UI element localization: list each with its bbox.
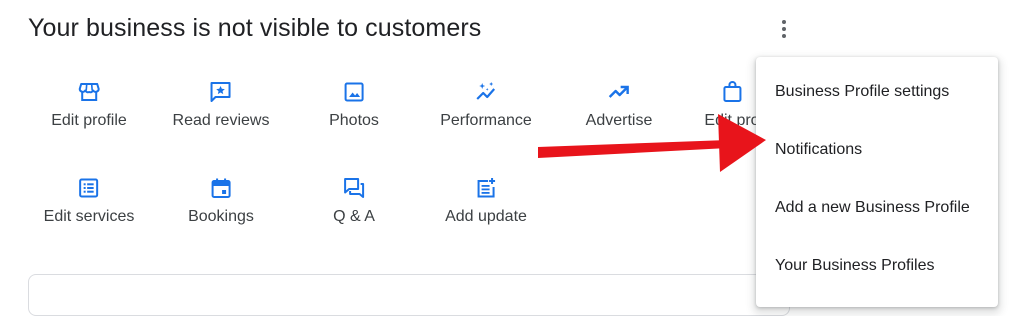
advertise-label: Advertise (585, 112, 653, 129)
list-icon (79, 178, 99, 198)
content-card (28, 274, 790, 316)
read-reviews-button[interactable]: Read reviews (172, 80, 270, 130)
photo-icon (344, 82, 364, 102)
q-and-a-label: Q & A (333, 208, 375, 225)
sparkle-trend-icon (476, 82, 495, 100)
calendar-icon (211, 178, 231, 198)
edit-services-label: Edit services (43, 208, 135, 225)
photos-label: Photos (329, 112, 379, 129)
read-reviews-label: Read reviews (172, 112, 270, 129)
performance-button[interactable]: Performance (440, 80, 532, 130)
add-update-label: Add update (445, 208, 527, 225)
bookings-label: Bookings (188, 208, 254, 225)
performance-label: Performance (440, 112, 532, 129)
bookings-button[interactable]: Bookings (188, 176, 254, 226)
menu-item-your-business-profiles[interactable]: Your Business Profiles (756, 237, 998, 295)
shopping-bag-icon (722, 81, 741, 102)
add-update-button[interactable]: Add update (445, 176, 527, 226)
more-options-menu: Business Profile settings Notifications … (756, 57, 998, 307)
edit-services-button[interactable]: Edit services (43, 176, 135, 226)
more-vert-icon[interactable] (770, 14, 798, 44)
forum-icon (343, 178, 364, 198)
edit-profile-label: Edit profile (51, 112, 127, 129)
edit-products-partial: Edit pro (690, 80, 760, 140)
menu-item-business-profile-settings[interactable]: Business Profile settings (756, 63, 998, 121)
edit-products-button[interactable]: Edit pro (704, 80, 760, 130)
page-title: Your business is not visible to customer… (28, 14, 482, 42)
edit-products-label: Edit pro (704, 112, 760, 129)
menu-item-notifications[interactable]: Notifications (756, 121, 998, 179)
star-review-icon (211, 82, 231, 102)
storefront-icon (78, 83, 100, 101)
advertise-button[interactable]: Advertise (585, 80, 653, 130)
trending-up-icon (609, 85, 630, 98)
post-add-icon (477, 178, 495, 198)
edit-profile-button[interactable]: Edit profile (51, 80, 127, 130)
q-and-a-button[interactable]: Q & A (333, 176, 375, 226)
photos-button[interactable]: Photos (329, 80, 379, 130)
menu-item-add-new-business-profile[interactable]: Add a new Business Profile (756, 179, 998, 237)
